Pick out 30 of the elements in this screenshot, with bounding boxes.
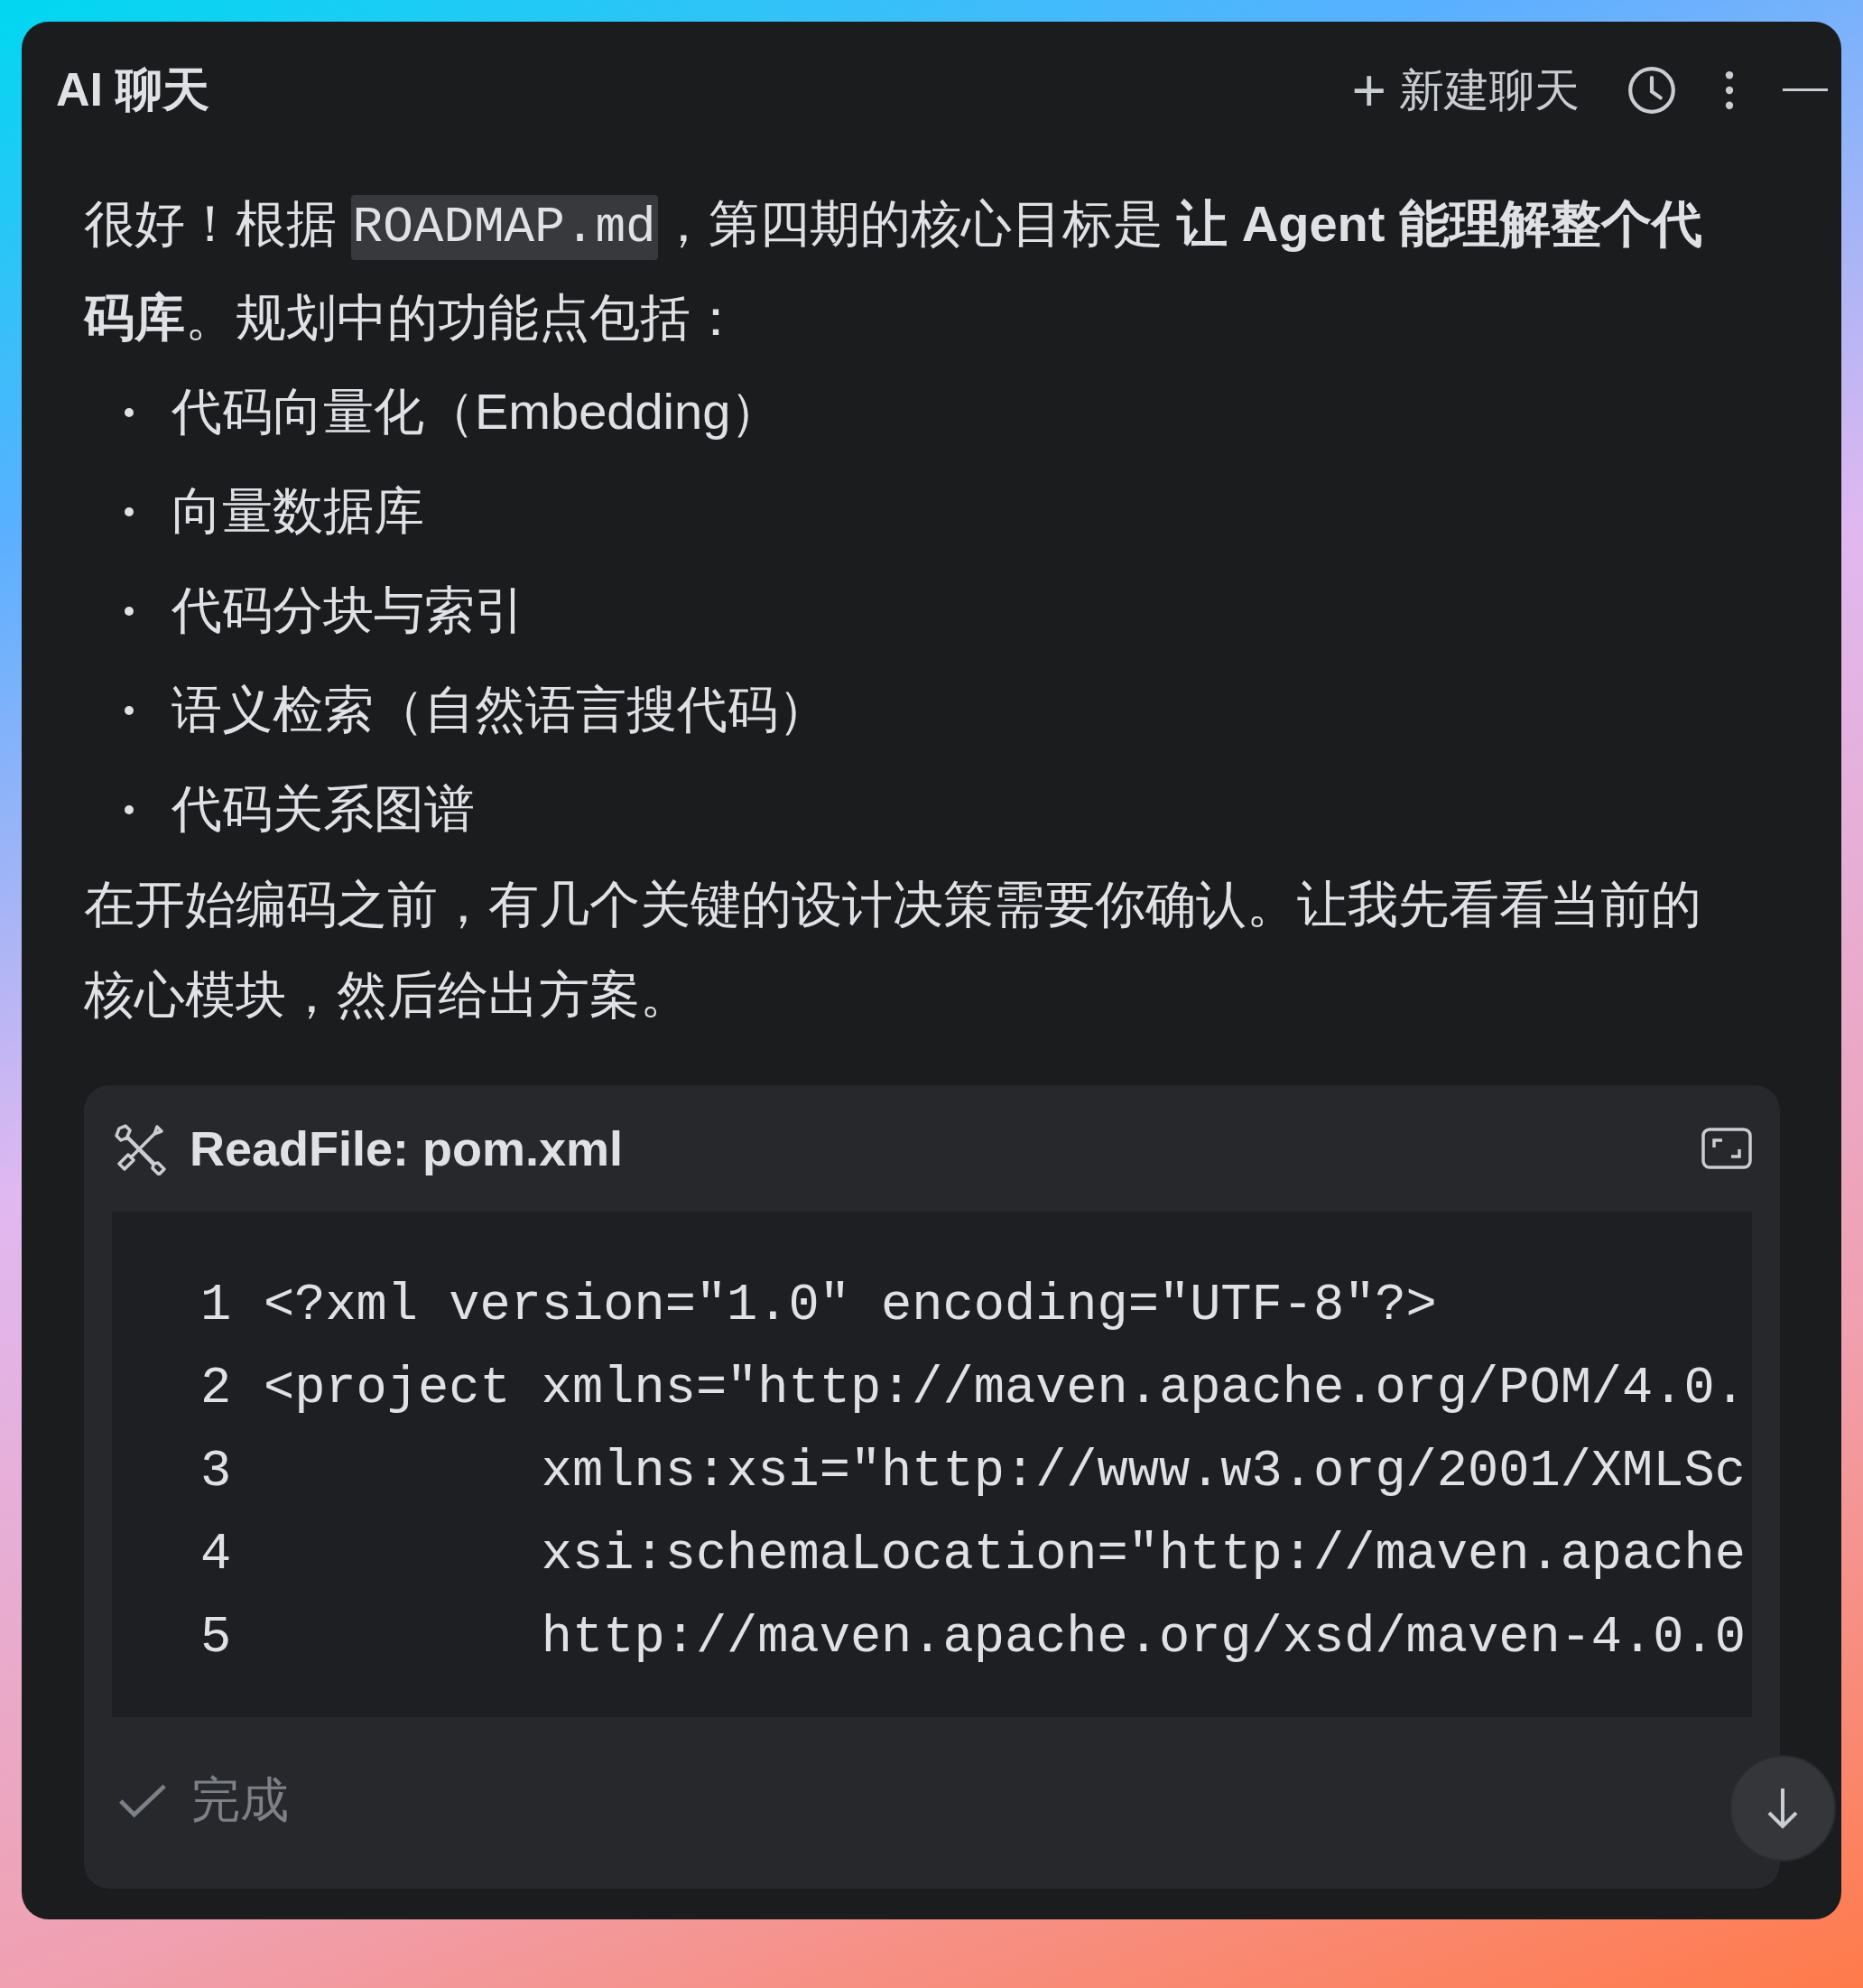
tools-icon bbox=[112, 1121, 166, 1175]
bullet-icon bbox=[125, 706, 134, 715]
code-line: http://maven.apache.org/xsd/maven-4.0.0 bbox=[540, 1609, 1746, 1667]
code-line: <project xmlns="http://maven.apache.org/POM/4.0. bbox=[264, 1360, 1746, 1417]
line-number: 1 bbox=[200, 1277, 233, 1334]
list-item-text: 代码向量化（Embedding） bbox=[171, 382, 782, 441]
history-icon[interactable] bbox=[1627, 65, 1677, 116]
code-line: xsi:schemaLocation="http://maven.apache bbox=[540, 1526, 1746, 1584]
expand-icon[interactable] bbox=[1701, 1128, 1752, 1169]
bullet-icon bbox=[125, 805, 134, 814]
message-paragraph: 很好！根据 ROADMAP.md，第四期的核心目标是 让 Agent 能理解整个代码库。规划中的功能点包括： bbox=[84, 194, 1703, 348]
list-item-text: 代码分块与索引 bbox=[171, 581, 525, 640]
list-item-text: 语义检索（自然语言搜代码） bbox=[171, 680, 829, 739]
bullet-icon bbox=[125, 607, 134, 616]
line-number: 2 bbox=[200, 1360, 233, 1417]
minimize-icon[interactable] bbox=[1782, 88, 1829, 92]
line-number: 5 bbox=[200, 1609, 233, 1667]
bullet-icon bbox=[125, 408, 134, 417]
window-title: AI 聊天 bbox=[56, 62, 210, 117]
list-item-text: 代码关系图谱 bbox=[171, 779, 475, 839]
code-line: xmlns:xsi="http://www.w3.org/2001/XMLSc bbox=[540, 1443, 1746, 1500]
line-number: 3 bbox=[200, 1443, 233, 1500]
bullet-icon bbox=[125, 507, 134, 516]
code-line: <?xml version="1.0" encoding="UTF-8"?> bbox=[264, 1277, 1437, 1334]
new-chat-button[interactable]: + 新建聊天 bbox=[1351, 60, 1580, 121]
line-number: 4 bbox=[200, 1526, 233, 1584]
status-label: 完成 bbox=[191, 1771, 289, 1828]
tool-title: ReadFile: pom.xml bbox=[190, 1120, 625, 1176]
message-paragraph: 在开始编码之前，有几个关键的设计决策需要你确认。让我先看看当前的核心模块，然后给出方案。 bbox=[84, 875, 1702, 1025]
list-item-text: 向量数据库 bbox=[171, 481, 424, 541]
